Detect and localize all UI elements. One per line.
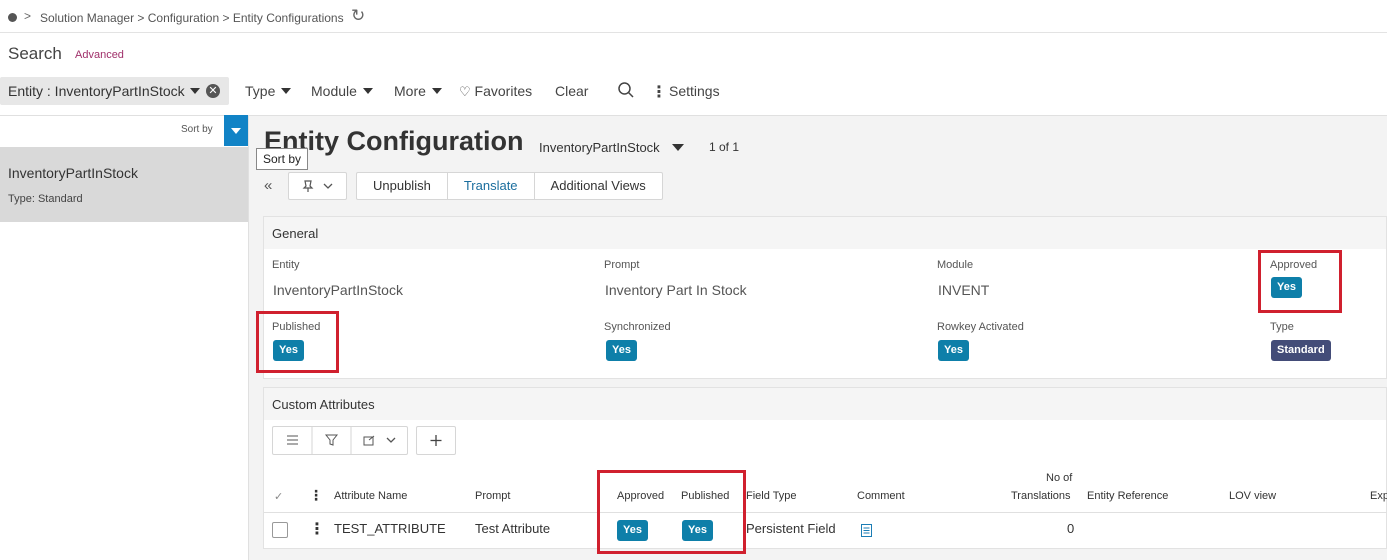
chevron-down-icon[interactable] bbox=[190, 88, 200, 94]
caret-down-icon bbox=[671, 144, 684, 151]
filter-icon[interactable] bbox=[324, 434, 339, 446]
type-filter-label: Type bbox=[245, 83, 276, 99]
pin-icon bbox=[302, 180, 333, 192]
caret-down-icon bbox=[231, 128, 241, 134]
collapse-panel-icon[interactable]: « bbox=[264, 177, 272, 194]
row-menu-icon[interactable]: ⋮ bbox=[309, 519, 325, 539]
breadcrumb-separator: > bbox=[137, 11, 145, 25]
list-item[interactable]: InventoryPartInStock Type: Standard bbox=[0, 147, 248, 222]
favorites-button[interactable]: ♡ Favorites bbox=[459, 83, 532, 100]
custom-attributes-title: Custom Attributes bbox=[264, 388, 1386, 420]
col-entity-reference[interactable]: Entity Reference bbox=[1087, 490, 1168, 502]
list-item-type: Type: Standard bbox=[8, 193, 83, 205]
approved-published-columns-highlight bbox=[597, 470, 746, 554]
breadcrumb-separator: > bbox=[222, 11, 230, 25]
table-header-divider bbox=[264, 512, 1387, 513]
heart-icon: ♡ bbox=[459, 84, 471, 99]
entity-label: Entity bbox=[272, 259, 300, 271]
column-list-icon[interactable] bbox=[287, 435, 298, 445]
row-checkbox[interactable] bbox=[272, 522, 288, 538]
close-icon[interactable]: ✕ bbox=[206, 84, 220, 98]
clear-button[interactable]: Clear bbox=[555, 83, 588, 99]
favorites-label: Favorites bbox=[474, 83, 533, 99]
settings-button[interactable]: Settings bbox=[669, 83, 720, 99]
type-label: Type bbox=[1270, 321, 1294, 333]
approved-highlight bbox=[1258, 250, 1342, 313]
published-highlight bbox=[256, 311, 339, 373]
col-exp[interactable]: Exp bbox=[1370, 490, 1387, 502]
check-all-icon[interactable]: ✓ bbox=[274, 490, 283, 503]
synchronized-label: Synchronized bbox=[604, 321, 671, 333]
chevron-down-icon[interactable] bbox=[386, 437, 396, 443]
breadcrumb: > Solution Manager > Configuration > Ent… bbox=[0, 0, 1387, 33]
record-pager: 1 of 1 bbox=[709, 140, 740, 154]
kebab-menu-icon[interactable]: ⋮ bbox=[651, 82, 667, 102]
col-no-of[interactable]: No of bbox=[1046, 472, 1072, 484]
cell-attribute-name: TEST_ATTRIBUTE bbox=[334, 521, 446, 536]
cell-prompt: Test Attribute bbox=[475, 521, 551, 536]
more-filter-label: More bbox=[394, 83, 426, 99]
breadcrumb-configuration[interactable]: Configuration bbox=[148, 11, 219, 25]
comment-icon[interactable] bbox=[861, 524, 872, 537]
list-item-name: InventoryPartInStock bbox=[8, 165, 138, 181]
translate-button[interactable]: Translate bbox=[448, 173, 535, 199]
breadcrumb-trail: Solution Manager > Configuration > Entit… bbox=[40, 11, 344, 25]
rowkey-activated-badge: Yes bbox=[938, 340, 969, 361]
col-prompt[interactable]: Prompt bbox=[475, 490, 510, 502]
sort-by-tooltip: Sort by bbox=[256, 148, 309, 170]
synchronized-badge: Yes bbox=[606, 340, 637, 361]
cell-field-type: Persistent Field bbox=[746, 521, 836, 536]
chevron-right-icon: > bbox=[24, 9, 32, 23]
caret-down-icon bbox=[281, 88, 292, 94]
advanced-search-link[interactable]: Advanced bbox=[75, 49, 124, 61]
cell-translations: 0 bbox=[1067, 521, 1075, 536]
caret-down-icon bbox=[362, 88, 373, 94]
unpublish-button[interactable]: Unpublish bbox=[357, 173, 448, 199]
entity-value: InventoryPartInStock bbox=[273, 282, 403, 298]
additional-views-button[interactable]: Additional Views bbox=[535, 173, 662, 199]
col-translations[interactable]: Translations bbox=[1011, 490, 1071, 502]
col-lov-view[interactable]: LOV view bbox=[1229, 490, 1276, 502]
type-badge: Standard bbox=[1271, 340, 1331, 361]
type-filter-button[interactable]: Type bbox=[245, 83, 292, 99]
search-title: Search bbox=[8, 44, 62, 63]
entity-selector-value: InventoryPartInStock bbox=[539, 140, 660, 155]
breadcrumb-entity-configurations[interactable]: Entity Configurations bbox=[233, 11, 344, 25]
breadcrumb-solution-manager[interactable]: Solution Manager bbox=[40, 11, 134, 25]
plus-icon bbox=[430, 435, 442, 446]
search-icon[interactable] bbox=[617, 81, 635, 99]
rowkey-activated-label: Rowkey Activated bbox=[937, 321, 1024, 333]
module-value: INVENT bbox=[938, 282, 990, 298]
entity-filter-chip[interactable]: Entity : InventoryPartInStock ✕ bbox=[0, 77, 229, 105]
module-filter-label: Module bbox=[311, 83, 357, 99]
more-filter-button[interactable]: More bbox=[394, 83, 442, 99]
caret-down-icon bbox=[431, 88, 442, 94]
col-comment[interactable]: Comment bbox=[857, 490, 905, 502]
column-menu-icon[interactable]: ⋮ bbox=[309, 487, 323, 504]
general-card: General bbox=[263, 216, 1387, 379]
module-label: Module bbox=[937, 259, 974, 271]
sort-by-button[interactable] bbox=[224, 115, 248, 146]
action-menu-button[interactable] bbox=[288, 172, 347, 200]
col-attribute-name[interactable]: Attribute Name bbox=[334, 490, 407, 502]
entity-selector[interactable]: InventoryPartInStock bbox=[539, 140, 684, 155]
add-row-button[interactable] bbox=[416, 426, 456, 455]
export-icon[interactable] bbox=[363, 435, 375, 446]
refresh-icon[interactable]: ↻ bbox=[351, 6, 365, 26]
filter-chip-label: Entity : InventoryPartInStock bbox=[8, 83, 185, 99]
prompt-label: Prompt bbox=[604, 259, 640, 271]
table-toolbar bbox=[272, 426, 408, 455]
home-icon[interactable] bbox=[8, 13, 17, 22]
sort-by-label: Sort by bbox=[181, 124, 213, 135]
general-card-title: General bbox=[264, 217, 1386, 249]
table-toolbar-icons bbox=[287, 427, 396, 454]
module-filter-button[interactable]: Module bbox=[311, 83, 373, 99]
record-actions-group: Unpublish Translate Additional Views bbox=[356, 172, 663, 200]
col-field-type[interactable]: Field Type bbox=[746, 490, 797, 502]
prompt-value: Inventory Part In Stock bbox=[605, 282, 747, 298]
